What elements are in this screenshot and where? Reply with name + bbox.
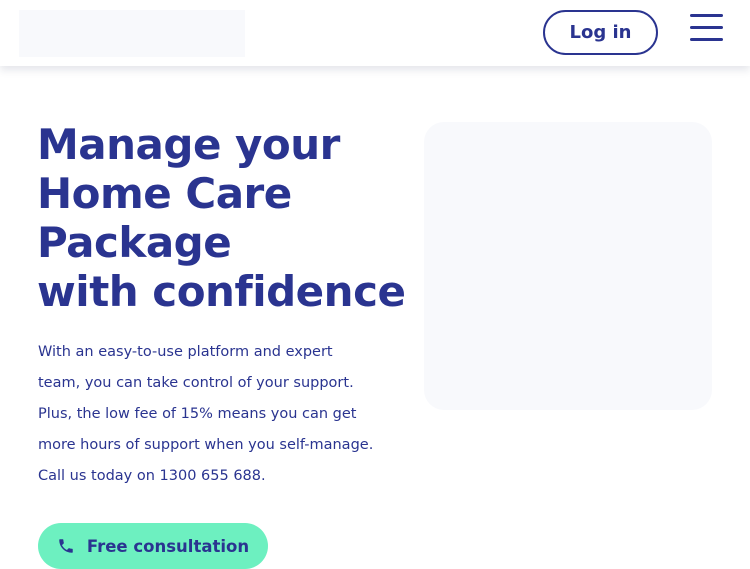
hero-title: Manage your Home Care Package with confi… <box>37 120 437 316</box>
hero-description: With an easy-to-use platform and expert … <box>38 337 418 492</box>
hero-description-line: more hours of support when you self-mana… <box>38 437 374 453</box>
site-header: Log in <box>0 0 750 66</box>
hero-title-line: Manage your <box>37 120 340 169</box>
hero-description-line: team, you can take control of your suppo… <box>38 375 354 391</box>
hamburger-menu-icon[interactable] <box>690 14 724 42</box>
hero-description-line: Call us today on 1300 655 688. <box>38 468 266 484</box>
phone-icon <box>59 539 73 553</box>
login-button[interactable]: Log in <box>543 10 658 55</box>
hero-title-line: with confidence <box>37 267 406 316</box>
hero-title-line: Home Care <box>37 169 292 218</box>
logo[interactable] <box>19 10 245 57</box>
hero-title-line: Package <box>37 218 232 267</box>
hero-description-line: Plus, the low fee of 15% means you can g… <box>38 406 357 422</box>
free-consultation-label: Free consultation <box>86 536 250 556</box>
hero-image-placeholder <box>424 122 712 410</box>
hero-description-line: With an easy-to-use platform and expert <box>38 344 333 360</box>
free-consultation-button[interactable]: Free consultation <box>38 523 268 569</box>
